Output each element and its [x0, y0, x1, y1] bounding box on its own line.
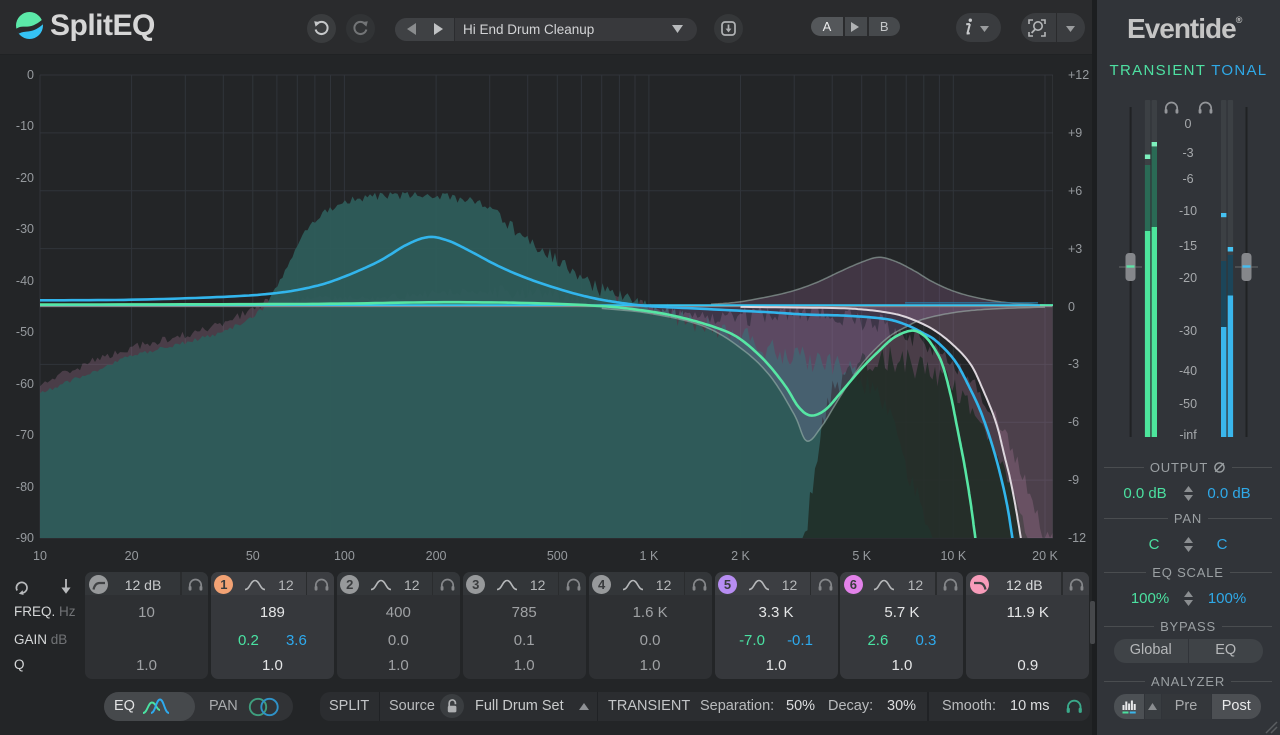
svg-text:500: 500 — [547, 549, 568, 563]
svg-text:1 K: 1 K — [640, 549, 659, 563]
svg-text:200: 200 — [426, 549, 447, 563]
svg-text:100: 100 — [334, 549, 355, 563]
svg-text:20: 20 — [125, 549, 139, 563]
svg-text:+3: +3 — [1068, 242, 1082, 256]
svg-text:-70: -70 — [16, 428, 34, 442]
svg-text:0: 0 — [27, 68, 34, 82]
svg-text:-60: -60 — [16, 377, 34, 391]
svg-text:10 K: 10 K — [940, 549, 966, 563]
svg-text:+9: +9 — [1068, 126, 1082, 140]
svg-text:2 K: 2 K — [731, 549, 750, 563]
svg-text:10: 10 — [33, 549, 47, 563]
svg-text:-12: -12 — [1068, 531, 1086, 545]
svg-text:-40: -40 — [16, 274, 34, 288]
svg-text:-3: -3 — [1068, 357, 1079, 371]
svg-text:-80: -80 — [16, 480, 34, 494]
svg-text:50: 50 — [246, 549, 260, 563]
svg-text:+12: +12 — [1068, 68, 1089, 82]
svg-text:-50: -50 — [16, 325, 34, 339]
svg-text:-6: -6 — [1068, 415, 1079, 429]
svg-text:+6: +6 — [1068, 184, 1082, 198]
svg-text:5 K: 5 K — [852, 549, 871, 563]
svg-text:-9: -9 — [1068, 473, 1079, 487]
svg-text:-30: -30 — [16, 222, 34, 236]
svg-text:-10: -10 — [16, 119, 34, 133]
svg-text:-20: -20 — [16, 171, 34, 185]
svg-text:0: 0 — [1068, 300, 1075, 314]
svg-text:-90: -90 — [16, 531, 34, 545]
svg-text:20 K: 20 K — [1032, 549, 1058, 563]
